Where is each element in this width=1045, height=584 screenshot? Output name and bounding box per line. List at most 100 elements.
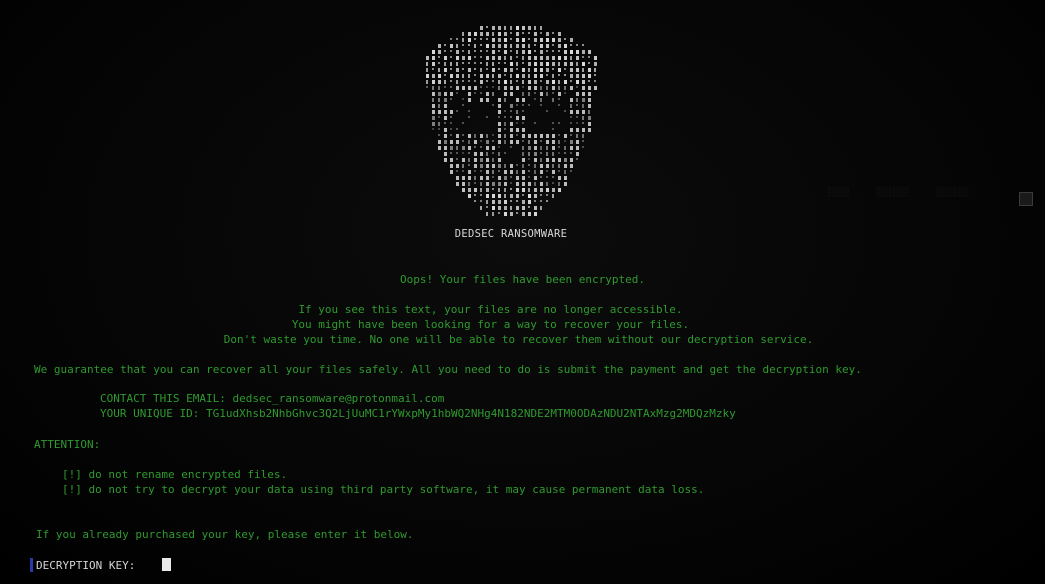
- skull-dot: [444, 68, 447, 72]
- skull-dot: [486, 80, 488, 82]
- skull-dot: [528, 164, 530, 166]
- skull-dot: [432, 68, 434, 70]
- skull-dot: [546, 158, 549, 162]
- skull-dot: [480, 146, 482, 148]
- skull-dot: [444, 62, 446, 66]
- skull-dot: [456, 110, 458, 112]
- skull-dot: [432, 62, 435, 66]
- skull-dot: [432, 80, 435, 84]
- skull-dot: [474, 164, 477, 168]
- skull-dot: [540, 92, 543, 96]
- skull-dot: [480, 38, 482, 40]
- skull-dot: [492, 86, 494, 88]
- skull-dot: [498, 26, 501, 30]
- skull-dot: [588, 110, 590, 114]
- skull-dot: [552, 170, 555, 174]
- skull-dot: [498, 152, 500, 156]
- skull-dot: [462, 68, 464, 70]
- skull-dot: [564, 134, 567, 138]
- skull-dot: [588, 128, 591, 132]
- skull-dot: [516, 164, 518, 166]
- skull-dot: [444, 44, 446, 46]
- skull-dot: [564, 176, 567, 180]
- skull-dot: [462, 122, 464, 124]
- skull-dot: [510, 176, 512, 178]
- skull-dot: [522, 104, 524, 106]
- skull-dot: [486, 98, 489, 102]
- skull-dot: [546, 44, 549, 48]
- skull-dot: [564, 80, 567, 84]
- skull-dot: [456, 176, 459, 180]
- skull-dot: [504, 170, 507, 174]
- skull-dot: [444, 152, 447, 156]
- skull-dot: [540, 164, 543, 168]
- skull-dot: [558, 92, 561, 96]
- skull-dot: [522, 32, 524, 34]
- skull-dot: [528, 206, 530, 208]
- skull-dot: [588, 98, 591, 102]
- skull-dot: [528, 176, 530, 178]
- skull-dot: [516, 62, 518, 66]
- skull-dot: [486, 146, 489, 150]
- skull-dot: [486, 158, 489, 162]
- skull-dot: [522, 188, 525, 192]
- decryption-prompt: DECRYPTION KEY:: [30, 558, 343, 572]
- skull-dot: [552, 38, 555, 42]
- skull-dot: [474, 62, 476, 64]
- skull-dot: [462, 170, 464, 172]
- skull-dot: [552, 62, 555, 66]
- skull-dot: [444, 134, 447, 138]
- skull-dot: [516, 206, 519, 210]
- skull-dot: [546, 110, 548, 112]
- skull-dot: [564, 74, 566, 76]
- skull-dot: [540, 206, 542, 210]
- skull-dot: [534, 74, 537, 78]
- skull-dot: [444, 92, 447, 96]
- skull-dot: [498, 176, 501, 180]
- skull-dot: [534, 86, 537, 90]
- skull-dot: [486, 200, 488, 204]
- skull-dot: [522, 176, 525, 180]
- skull-dot: [486, 44, 489, 48]
- skull-dot: [546, 152, 548, 156]
- skull-dot: [498, 188, 500, 192]
- skull-dot: [576, 104, 578, 106]
- skull-dot: [498, 56, 501, 60]
- skull-dot: [438, 110, 441, 114]
- skull-dot: [444, 116, 447, 120]
- skull-dot: [492, 56, 495, 60]
- skull-dot: [504, 26, 506, 30]
- skull-dot: [540, 86, 542, 90]
- skull-dot: [564, 182, 567, 186]
- skull-dot: [492, 158, 494, 162]
- skull-dot: [480, 152, 483, 156]
- skull-dot: [540, 182, 543, 186]
- skull-dot: [498, 158, 501, 162]
- skull-dot: [498, 194, 501, 198]
- decryption-key-input[interactable]: [142, 558, 343, 572]
- skull-dot: [516, 98, 519, 102]
- skull-dot: [456, 80, 458, 84]
- skull-dot: [576, 92, 579, 96]
- skull-dot: [426, 68, 428, 72]
- skull-dot: [462, 62, 464, 64]
- skull-dot: [486, 182, 489, 186]
- skull-dot: [450, 164, 453, 168]
- skull-dot: [498, 170, 500, 172]
- skull-dot: [510, 32, 512, 34]
- skull-dot: [516, 32, 519, 36]
- skull-dot: [450, 50, 452, 52]
- skull-dot: [462, 44, 464, 46]
- skull-dot: [504, 182, 507, 186]
- skull-dot: [492, 182, 495, 186]
- skull-dot: [510, 116, 512, 118]
- skull-dot: [438, 50, 441, 54]
- skull-dot: [552, 44, 554, 46]
- skull-dot: [468, 164, 470, 166]
- skull-dot: [552, 182, 554, 184]
- skull-dot: [510, 74, 512, 78]
- skull-dot: [486, 152, 488, 156]
- skull-dot: [474, 146, 476, 148]
- skull-dot: [534, 68, 537, 72]
- skull-dot: [468, 158, 470, 162]
